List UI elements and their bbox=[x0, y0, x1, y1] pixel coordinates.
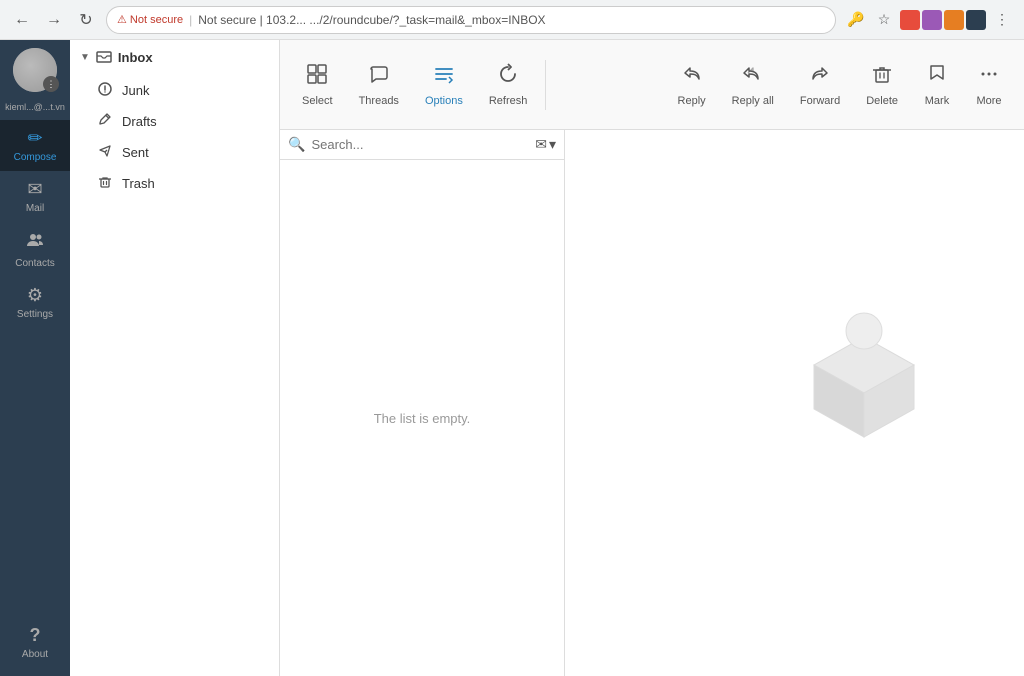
refresh-label: Refresh bbox=[489, 95, 528, 107]
reply-label: Reply bbox=[678, 95, 706, 107]
extension-icon-btn[interactable]: ⋮ bbox=[990, 8, 1014, 32]
favicon-3 bbox=[944, 10, 964, 30]
mail-type-button[interactable]: ✉ ▾ bbox=[535, 136, 556, 153]
delete-button[interactable]: Delete bbox=[854, 55, 910, 115]
reload-button[interactable]: ↻ bbox=[74, 8, 98, 32]
main-content: Select Threads Options Refresh bbox=[280, 40, 1024, 676]
user-name: kieml...@...t.vn bbox=[5, 102, 65, 112]
forward-label: Forward bbox=[800, 95, 840, 107]
search-icon: 🔍 bbox=[288, 136, 305, 153]
options-icon bbox=[433, 63, 455, 91]
reply-icon bbox=[681, 63, 703, 91]
chevron-down-icon: ▼ bbox=[80, 52, 90, 63]
reply-all-label: Reply all bbox=[732, 95, 774, 107]
folder-drafts[interactable]: Drafts bbox=[70, 106, 279, 137]
star-icon-btn[interactable]: ☆ bbox=[872, 8, 896, 32]
select-label: Select bbox=[302, 95, 333, 107]
content-area: 🔍 ✉ ▾ The list is empty. bbox=[280, 130, 1024, 676]
key-icon-btn[interactable]: 🔑 bbox=[844, 8, 868, 32]
junk-label: Junk bbox=[122, 83, 149, 98]
empty-state-illustration bbox=[784, 307, 944, 467]
folder-trash[interactable]: Trash bbox=[70, 168, 279, 199]
app-sidebar: ⋮ kieml...@...t.vn ✏ Compose ✉ Mail Cont… bbox=[0, 40, 70, 676]
contacts-icon bbox=[25, 230, 45, 255]
sidebar-item-compose[interactable]: ✏ Compose bbox=[0, 120, 70, 171]
browser-actions: 🔑 ☆ ⋮ bbox=[844, 8, 1014, 32]
sidebar-about-label: About bbox=[22, 649, 48, 660]
inbox-folder-header[interactable]: ▼ Inbox bbox=[70, 40, 279, 75]
sent-label: Sent bbox=[122, 145, 149, 160]
reading-pane bbox=[565, 130, 1024, 676]
back-button[interactable]: ← bbox=[10, 8, 34, 32]
folder-junk[interactable]: Junk bbox=[70, 75, 279, 106]
trash-icon bbox=[98, 175, 114, 192]
delete-label: Delete bbox=[866, 95, 898, 107]
settings-icon: ⚙ bbox=[27, 285, 43, 306]
refresh-icon bbox=[497, 63, 519, 91]
sent-icon bbox=[98, 144, 114, 161]
browser-chrome: ← → ↻ ⚠ Not secure | Not secure | 103.2.… bbox=[0, 0, 1024, 40]
search-bar: 🔍 ✉ ▾ bbox=[280, 130, 564, 160]
delete-icon bbox=[871, 63, 893, 91]
sidebar-item-mail[interactable]: ✉ Mail bbox=[0, 171, 70, 222]
mark-button[interactable]: Mark bbox=[912, 55, 962, 115]
search-input[interactable] bbox=[311, 137, 529, 152]
favicon-2 bbox=[922, 10, 942, 30]
sidebar-item-settings[interactable]: ⚙ Settings bbox=[0, 277, 70, 328]
forward-button[interactable]: Forward bbox=[788, 55, 852, 115]
forward-button[interactable]: → bbox=[42, 8, 66, 32]
more-label: More bbox=[976, 95, 1001, 107]
trash-label: Trash bbox=[122, 176, 155, 191]
sidebar-mail-label: Mail bbox=[26, 203, 44, 214]
threads-label: Threads bbox=[359, 95, 399, 107]
mail-list-area: 🔍 ✉ ▾ The list is empty. bbox=[280, 130, 565, 676]
folder-sent[interactable]: Sent bbox=[70, 137, 279, 168]
inbox-label: Inbox bbox=[118, 50, 153, 65]
threads-button[interactable]: Threads bbox=[347, 55, 411, 115]
options-label: Options bbox=[425, 95, 463, 107]
reply-all-button[interactable]: Reply all bbox=[720, 55, 786, 115]
threads-icon bbox=[368, 63, 390, 91]
folder-panel: ▼ Inbox Junk Drafts Sent bbox=[70, 40, 280, 676]
junk-icon bbox=[98, 82, 114, 99]
sidebar-item-about[interactable]: ? About bbox=[0, 617, 70, 668]
empty-message-text: The list is empty. bbox=[374, 411, 471, 426]
user-avatar[interactable]: ⋮ bbox=[13, 48, 57, 92]
select-icon bbox=[306, 63, 328, 91]
toolbar: Select Threads Options Refresh bbox=[280, 40, 1024, 130]
envelope-icon: ✉ bbox=[535, 136, 547, 153]
mail-icon: ✉ bbox=[27, 179, 42, 200]
security-warning: ⚠ Not secure bbox=[117, 13, 183, 26]
mail-type-chevron: ▾ bbox=[549, 136, 556, 153]
url-text: Not secure | 103.2... .../2/roundcube/?_… bbox=[198, 13, 545, 27]
toolbar-separator-1 bbox=[545, 60, 546, 110]
address-bar[interactable]: ⚠ Not secure | Not secure | 103.2... ...… bbox=[106, 6, 836, 34]
empty-list-message: The list is empty. bbox=[280, 160, 564, 676]
sidebar-contacts-label: Contacts bbox=[15, 258, 54, 269]
favicon-group bbox=[900, 10, 986, 30]
mark-icon bbox=[926, 63, 948, 91]
select-button[interactable]: Select bbox=[290, 55, 345, 115]
user-options-button[interactable]: ⋮ bbox=[43, 76, 59, 92]
sidebar-compose-label: Compose bbox=[14, 152, 57, 163]
about-icon: ? bbox=[30, 625, 41, 646]
forward-icon bbox=[809, 63, 831, 91]
mark-label: Mark bbox=[925, 95, 949, 107]
inbox-icon bbox=[96, 48, 112, 67]
more-icon bbox=[978, 63, 1000, 91]
compose-icon: ✏ bbox=[27, 128, 42, 149]
drafts-icon bbox=[98, 113, 114, 130]
drafts-label: Drafts bbox=[122, 114, 157, 129]
reply-button[interactable]: Reply bbox=[666, 55, 718, 115]
options-button[interactable]: Options bbox=[413, 55, 475, 115]
sidebar-item-contacts[interactable]: Contacts bbox=[0, 222, 70, 277]
more-button[interactable]: More bbox=[964, 55, 1014, 115]
app-layout: ⋮ kieml...@...t.vn ✏ Compose ✉ Mail Cont… bbox=[0, 40, 1024, 676]
reply-all-icon bbox=[742, 63, 764, 91]
favicon-4 bbox=[966, 10, 986, 30]
favicon-1 bbox=[900, 10, 920, 30]
refresh-button[interactable]: Refresh bbox=[477, 55, 540, 115]
sidebar-settings-label: Settings bbox=[17, 309, 53, 320]
